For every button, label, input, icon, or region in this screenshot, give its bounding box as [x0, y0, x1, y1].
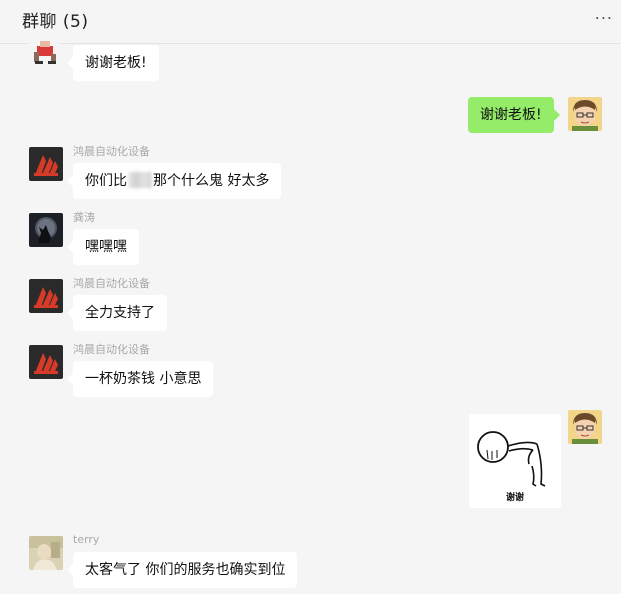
red-figure-avatar-icon[interactable]	[29, 32, 59, 66]
wolf-moon-avatar-icon[interactable]	[29, 213, 63, 247]
photo-avatar-icon[interactable]	[29, 536, 63, 570]
red-logo-avatar-icon[interactable]	[29, 147, 63, 181]
chat-title: 群聊 (5)	[22, 12, 89, 32]
sender-name: terry	[73, 533, 100, 546]
message-bubble[interactable]: 你们比 那个什么鬼 好太多	[66, 163, 282, 199]
sender-name: 鸿晨自动化设备	[73, 277, 150, 290]
chat-header: 群聊 (5) ...	[0, 0, 621, 44]
cartoon-boy-avatar-icon[interactable]	[568, 410, 602, 444]
sender-name: 龚涛	[73, 211, 95, 224]
message-text: 那个什么鬼 好太多	[153, 173, 270, 189]
message-bubble[interactable]: 全力支持了	[67, 295, 167, 331]
sender-name: 鸿晨自动化设备	[73, 343, 150, 356]
message-bubble[interactable]: 一杯奶茶钱 小意思	[66, 361, 214, 397]
message-text: 你们比	[85, 173, 127, 189]
redacted-blur	[128, 172, 152, 188]
message-bubble[interactable]: 太客气了 你们的服务也确实到位	[66, 552, 298, 588]
sender-name: 鸿晨自动化设备	[73, 145, 150, 158]
message-bubble[interactable]: 谢谢老板!	[67, 45, 159, 81]
message-bubble[interactable]: 嘿嘿嘿	[67, 229, 139, 265]
red-logo-avatar-icon[interactable]	[29, 345, 63, 379]
message-bubble[interactable]: 谢谢老板!	[468, 97, 560, 133]
sticker-caption: 谢谢	[505, 493, 524, 503]
sticker-message[interactable]: 谢谢	[469, 414, 561, 508]
red-logo-avatar-icon[interactable]	[29, 279, 63, 313]
window-control-icon[interactable]	[555, 0, 595, 1]
cartoon-boy-avatar-icon[interactable]	[568, 97, 602, 131]
more-options-button[interactable]: ...	[595, 4, 613, 23]
